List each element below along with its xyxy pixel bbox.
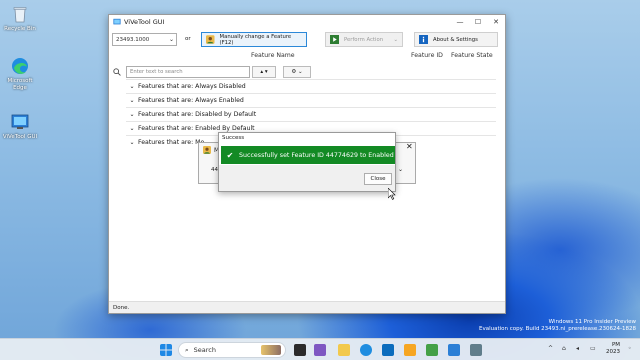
close-icon[interactable]: ✕ [487, 15, 505, 29]
perform-action-button[interactable]: Perform Action ⌄ [325, 32, 403, 47]
vivetool-icon [11, 114, 29, 129]
checkmark-icon: ✔ [226, 150, 234, 160]
mouse-cursor-icon [388, 188, 396, 200]
settings-dropdown-button[interactable]: ⚙ ⌄ [283, 66, 311, 78]
file-explorer-icon[interactable] [338, 344, 350, 356]
store-icon[interactable] [382, 344, 394, 356]
chevron-down-icon: ⌄ [129, 139, 135, 146]
desktop-icon-label: Recycle Bin [4, 26, 36, 32]
gear-icon: ⚙ [291, 69, 297, 75]
success-dialog: Success ✔ Successfully set Feature ID 44… [218, 132, 396, 192]
clock-date: 2023 [606, 349, 620, 355]
success-dialog-footer: Close [219, 165, 395, 191]
success-dialog-title-bar[interactable]: Success [219, 133, 395, 144]
search-input[interactable]: Enter text to search [126, 66, 250, 78]
notification-icon[interactable]: ◦ [628, 345, 632, 352]
success-banner: ✔ Successfully set Feature ID 44774629 t… [221, 146, 395, 164]
battery-icon[interactable]: ▭ [590, 345, 596, 352]
info-icon [419, 35, 428, 44]
close-button[interactable]: Close [364, 173, 392, 185]
group-label: Features that are: Mo [138, 139, 205, 146]
chevron-down-icon: ⌄ [129, 83, 135, 90]
title-bar[interactable]: ViVeTool GUI — ☐ ✕ [109, 15, 505, 29]
desktop-icon-label: Microsoft Edge [7, 78, 33, 91]
vivetool-icon[interactable] [448, 344, 460, 356]
app-icon[interactable] [404, 344, 416, 356]
desktop: Recycle Bin Microsoft Edge ViVeTool GUI … [0, 0, 640, 360]
toolbar: 23493.1000 ⌄ or Manually change a Featur… [109, 30, 505, 50]
group-label: Features that are: Disabled by Default [138, 111, 257, 118]
about-settings-label: About & Settings [433, 36, 478, 43]
edge-icon [12, 58, 28, 74]
app-icon[interactable] [426, 344, 438, 356]
group-row[interactable]: ⌄ Features that are: Disabled by Default [126, 107, 496, 121]
group-row[interactable]: ⌄ Features that are: Always Enabled [126, 93, 496, 107]
manual-change-label: Manually change a Feature (F12) [219, 33, 292, 46]
play-icon [330, 35, 339, 44]
column-header-feature-state[interactable]: Feature State [451, 52, 493, 59]
success-dialog-title: Success [222, 135, 245, 141]
volume-icon[interactable]: ◂ [576, 345, 579, 352]
chevron-up-icon[interactable]: ^ [548, 345, 553, 352]
watermark-line-1: Windows 11 Pro Insider Preview [548, 319, 636, 325]
widgets-icon[interactable] [314, 344, 326, 356]
chevron-down-icon: ⌄ [129, 125, 135, 132]
manual-change-button[interactable]: Manually change a Feature (F12) [201, 32, 307, 47]
chevron-down-icon: ⌄ [129, 111, 135, 118]
success-message: Successfully set Feature ID 44774629 to … [239, 151, 394, 159]
group-row[interactable]: ⌄ Features that are: Always Disabled [126, 79, 496, 93]
desktop-icon-edge[interactable]: Microsoft Edge [0, 56, 40, 92]
build-select-value: 23493.1000 [116, 36, 150, 43]
task-view-icon[interactable] [294, 344, 306, 356]
user-icon [206, 35, 215, 44]
taskbar-search[interactable]: ⌕ Search [178, 342, 286, 358]
search-icon [113, 68, 121, 76]
watermark-line-2: Evaluation copy. Build 23493.ni_prerelea… [479, 326, 636, 332]
edge-icon[interactable] [360, 344, 372, 356]
user-icon [203, 146, 211, 154]
search-icon: ⌕ [185, 345, 189, 354]
chevron-down-icon[interactable]: ⌄ [398, 166, 403, 173]
group-label: Features that are: Always Disabled [138, 83, 246, 90]
network-icon[interactable]: ⌂ [562, 345, 566, 352]
clock-time: PM [611, 342, 620, 348]
chevron-down-icon: ⌄ [168, 36, 175, 43]
column-header-feature-id[interactable]: Feature ID [411, 52, 443, 59]
start-icon[interactable] [160, 344, 172, 356]
desktop-icon-recycle-bin[interactable]: Recycle Bin [0, 4, 40, 33]
taskbar: ⌕ Search ^ ⌂ ◂ ▭ PM 2023 ◦ [0, 338, 640, 360]
desktop-icon-label: ViVeTool GUI [2, 134, 38, 140]
sort-button[interactable]: ▴ ▾ [252, 66, 276, 78]
app-icon [113, 18, 121, 25]
gear-icon[interactable] [470, 344, 482, 356]
maximize-icon[interactable]: ☐ [469, 15, 487, 29]
status-bar: Done. [109, 301, 505, 313]
search-row: Enter text to search ▴ ▾ ⚙ ⌄ [109, 65, 505, 79]
clock[interactable]: PM 2023 [606, 342, 620, 356]
window-title: ViVeTool GUI [124, 18, 165, 26]
minimize-icon[interactable]: — [451, 15, 469, 29]
recycle-bin-icon [13, 7, 27, 23]
about-settings-button[interactable]: About & Settings [414, 32, 498, 47]
build-select[interactable]: 23493.1000 ⌄ [112, 33, 177, 46]
perform-action-label: Perform Action [344, 36, 384, 43]
or-label: or [185, 36, 191, 42]
taskbar-search-label: Search [193, 346, 216, 354]
desktop-icon-vivetool[interactable]: ViVeTool GUI [0, 112, 40, 141]
chevron-down-icon: ⌄ [129, 97, 135, 104]
status-text: Done. [113, 305, 130, 311]
chevron-down-icon: ⌄ [393, 36, 398, 43]
chevron-down-icon: ⌄ [298, 69, 303, 75]
search-highlight-image [261, 345, 281, 355]
dialog-close-icon[interactable]: ✕ [406, 142, 413, 151]
column-header-feature-name[interactable]: Feature Name [251, 52, 295, 59]
group-label: Features that are: Enabled By Default [138, 125, 255, 132]
group-label: Features that are: Always Enabled [138, 97, 244, 104]
